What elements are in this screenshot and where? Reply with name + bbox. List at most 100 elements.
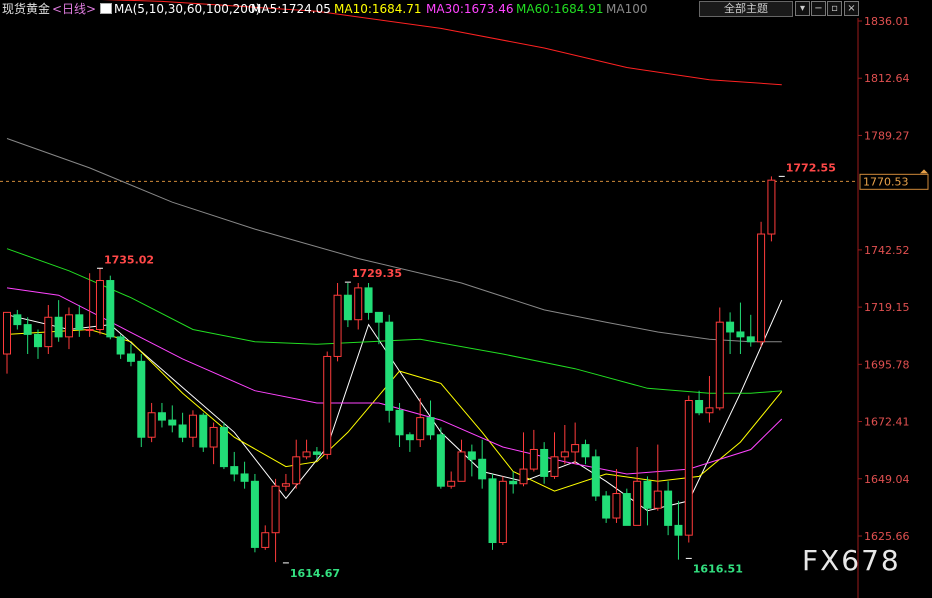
period-selector[interactable]: <日线> <box>52 0 96 18</box>
y-tick-label: 1742.52 <box>864 244 910 257</box>
candle-body-up <box>292 456 301 485</box>
candle-body-up <box>612 493 621 519</box>
candle-body-down <box>364 287 373 313</box>
candle-body-down <box>509 480 518 485</box>
candle-body-up <box>3 311 11 355</box>
y-tick-label: 1649.04 <box>864 473 910 486</box>
y-tick-label: 1789.27 <box>864 129 910 142</box>
candle-body-up <box>281 483 290 487</box>
y-tick-label: 1836.01 <box>864 15 910 28</box>
ma-indicator-icon[interactable] <box>100 3 112 14</box>
candle-body-down <box>23 324 32 335</box>
theme-select[interactable]: 全部主题 <box>699 1 793 17</box>
candle-body-down <box>405 434 414 441</box>
candle-body-down <box>385 321 394 411</box>
candle-body-down <box>643 480 652 509</box>
ma10-value: MA10:1684.71 <box>334 2 422 16</box>
y-tick-label: 1625.66 <box>864 530 910 543</box>
candle-body-down <box>436 434 445 487</box>
low-annotation: 1614.67 <box>290 567 340 580</box>
candle-body-down <box>157 412 166 421</box>
candle-body-down <box>250 480 259 548</box>
y-tick-label: 1719.15 <box>864 301 910 314</box>
candle-body-down <box>75 314 84 331</box>
candle-body-down <box>540 448 549 477</box>
ma-title: MA(5,10,30,60,100,200) <box>114 2 261 16</box>
candle-body-down <box>137 360 146 438</box>
high-annotation: 1735.02 <box>104 253 154 266</box>
candle-body-up <box>498 480 507 544</box>
ma-line-ma5 <box>6 299 783 512</box>
candle-body-down <box>591 456 600 497</box>
window-icon[interactable]: ▫ <box>827 1 842 16</box>
candle-body-down <box>312 451 321 455</box>
y-tick-label: 1695.78 <box>864 358 910 371</box>
candle-body-down <box>199 414 208 448</box>
low-annotation: 1616.51 <box>693 562 743 575</box>
candle-body-down <box>116 336 125 355</box>
candle-body-up <box>653 490 662 509</box>
candle-body-up <box>519 468 528 485</box>
y-tick-label: 1812.64 <box>864 72 910 85</box>
y-tick-label: 1672.41 <box>864 416 910 429</box>
candle-body-up <box>416 417 425 441</box>
candle-body-down <box>240 473 249 482</box>
candle-body-down <box>219 426 228 468</box>
candle-body-up <box>323 355 332 455</box>
candle-body-down <box>488 478 497 544</box>
candle-body-up <box>447 480 456 487</box>
candle-body-up <box>147 412 156 438</box>
ma60-value: MA60:1684.91 <box>516 2 604 16</box>
candle-body-up <box>715 321 724 409</box>
candlestick-chart[interactable]: 1836.01 1812.64 1789.27 1742.52 1719.15 1695.… <box>0 0 932 598</box>
candle-body-up <box>571 444 580 453</box>
candle-body-down <box>736 331 745 338</box>
candle-body-up <box>302 451 311 458</box>
candle-body-down <box>674 524 683 536</box>
candle-body-down <box>13 314 22 326</box>
minus-icon[interactable]: − <box>811 1 826 16</box>
current-price-label: 1770.53 <box>863 175 909 188</box>
candle-body-down <box>395 409 404 436</box>
dropdown-arrow-icon[interactable]: ▾ <box>795 1 810 16</box>
candle-body-up <box>44 316 53 348</box>
candle-body-up <box>757 233 766 343</box>
candle-body-up <box>85 329 94 332</box>
instrument-name: 现货黄金 <box>2 2 51 16</box>
candle-body-up <box>261 532 270 548</box>
candle-body-up <box>633 480 642 526</box>
candle-body-down <box>602 495 611 519</box>
candle-body-down <box>726 321 735 333</box>
ma30-value: MA30:1673.46 <box>426 2 514 16</box>
candle-body-down <box>230 466 239 475</box>
candle-body-up <box>550 456 559 477</box>
candle-body-down <box>54 316 63 338</box>
candle-body-down <box>178 424 187 438</box>
candle-body-down <box>343 294 352 321</box>
close-icon[interactable]: × <box>844 1 859 16</box>
candle-body-up <box>705 407 714 414</box>
ma5-value: MA5:1724.05 <box>251 2 331 16</box>
ma-line-ma30 <box>6 287 783 475</box>
candle-body-up <box>529 448 538 470</box>
ma-line-ma100 <box>6 138 782 343</box>
high-annotation: 1729.35 <box>352 267 402 280</box>
candle-body-up <box>560 451 569 458</box>
candle-body-down <box>168 419 177 426</box>
ma100-value: MA100 <box>606 2 648 16</box>
candle-body-down <box>478 458 487 480</box>
candle-body-down <box>33 333 42 348</box>
candle-body-up <box>354 287 363 321</box>
candle-body-down <box>664 490 673 526</box>
candle-body-up <box>64 314 73 338</box>
candle-body-down <box>622 493 631 526</box>
current-price-marker <box>920 169 928 174</box>
candle-body-down <box>374 311 383 323</box>
candle-body-up <box>188 414 197 438</box>
candle-body-down <box>467 451 476 460</box>
candle-body-up <box>767 179 776 235</box>
candle-body-down <box>581 444 590 458</box>
candle-body-down <box>126 353 135 362</box>
candle-body-down <box>426 417 435 436</box>
candle-body-up <box>457 451 466 482</box>
